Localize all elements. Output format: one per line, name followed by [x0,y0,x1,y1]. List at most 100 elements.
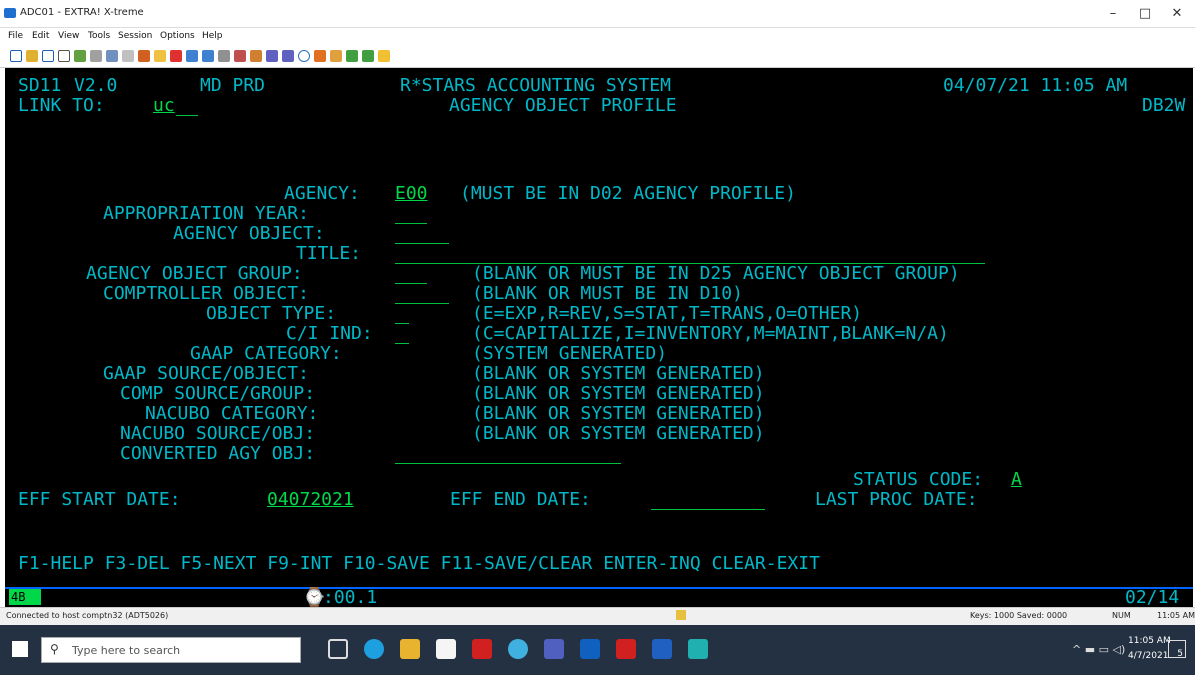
operator-info-area: 4B ⌚ :00.1 02/14 [5,587,1193,607]
agency-input[interactable]: E00 [395,184,428,204]
new-icon[interactable] [10,50,22,62]
close-button[interactable]: ✕ [1162,3,1192,25]
comp-source-note: (BLANK OR SYSTEM GENERATED) [472,383,765,404]
link-to-underline [176,115,198,116]
nacubo-category-label: NACUBO CATEGORY: [145,403,319,424]
nacubo-category-note: (BLANK OR SYSTEM GENERATED) [472,403,765,424]
ci-ind-label: C/I IND: [286,323,373,344]
notification-icon[interactable]: 5 [1168,640,1186,659]
task-view-icon[interactable] [328,639,348,659]
grid-icon[interactable] [346,50,358,62]
outlook-icon[interactable] [580,639,600,659]
paste-icon[interactable] [106,50,118,62]
region: MD PRD [200,75,266,96]
edit-icon[interactable] [170,50,182,62]
object-type-note: (E=EXP,R=REV,S=STAT,T=TRANS,O=OTHER) [472,303,863,324]
menu-bar: File Edit View Tools Session Options Hel… [0,28,1195,46]
chart-icon[interactable] [330,50,342,62]
undo-icon[interactable] [122,50,134,62]
agency-label: AGENCY: [284,183,360,204]
agency-object-label: AGENCY OBJECT: [173,223,325,244]
status-input[interactable]: A [1011,470,1022,490]
response-timer: :00.1 [323,587,378,608]
gaap-source-label: GAAP SOURCE/OBJECT: [103,363,309,384]
title-bar: ADC01 - EXTRA! X-treme – □ ✕ [0,0,1195,28]
menu-options[interactable]: Options [160,31,195,41]
circle-icon[interactable] [298,50,310,62]
eff-end-input[interactable] [651,509,765,510]
chrome-icon[interactable] [508,639,528,659]
lock-icon [676,610,686,620]
menu-tools[interactable]: Tools [88,31,110,41]
screen-id: SD11 [18,75,62,96]
menu-session[interactable]: Session [118,31,152,41]
ci-ind-note: (C=CAPITALIZE,I=INVENTORY,M=MAINT,BLANK=… [472,323,949,344]
print-icon[interactable] [58,50,70,62]
status-label: STATUS CODE: [853,469,984,490]
word-icon[interactable] [652,639,672,659]
session-icon[interactable] [266,50,278,62]
acrobat-icon[interactable] [616,639,636,659]
gaap-source-note: (BLANK OR SYSTEM GENERATED) [472,363,765,384]
maximize-button[interactable]: □ [1130,3,1160,25]
comp-source-label: COMP SOURCE/GROUP: [120,383,316,404]
zoom-icon[interactable] [282,50,294,62]
back-icon[interactable] [186,50,198,62]
settings-icon[interactable] [250,50,262,62]
status-bar: Connected to host comptn32 (ADT5026) Key… [0,607,1195,625]
table-icon[interactable] [362,50,374,62]
forward-icon[interactable] [202,50,214,62]
menu-help[interactable]: Help [202,31,223,41]
comptroller-object-input[interactable] [395,303,449,304]
tools-icon[interactable] [234,50,246,62]
title-label: TITLE: [296,243,362,264]
eff-start-input[interactable]: 04072021 [267,490,354,510]
edge-icon[interactable] [364,639,384,659]
eff-end-label: EFF END DATE: [450,489,591,510]
system-name: R*STARS ACCOUNTING SYSTEM [400,75,671,96]
rsa-icon[interactable] [472,639,492,659]
menu-view[interactable]: View [58,31,79,41]
menu-edit[interactable]: Edit [32,31,49,41]
terminal-screen[interactable]: SD11 V2.0 MD PRD R*STARS ACCOUNTING SYST… [5,68,1193,607]
macro-icon[interactable] [138,50,150,62]
help-icon[interactable] [378,50,390,62]
cut-icon[interactable] [74,50,86,62]
minimize-button[interactable]: – [1098,3,1128,25]
file-explorer-icon[interactable] [400,639,420,659]
teams-icon[interactable] [544,639,564,659]
home-icon[interactable] [218,50,230,62]
comptroller-object-note: (BLANK OR MUST BE IN D10) [472,283,743,304]
search-icon: ⚲ [50,642,59,656]
search-placeholder: Type here to search [72,644,181,657]
object-group-label: AGENCY OBJECT GROUP: [86,263,303,284]
object-type-input[interactable] [395,323,409,324]
app-icon [4,8,16,18]
windows-start-icon[interactable] [12,641,28,657]
highlight-icon[interactable] [154,50,166,62]
agency-object-input[interactable] [395,243,449,244]
extra-xtreme-icon[interactable] [688,639,708,659]
screen-datetime: 04/07/21 11:05 AM [943,75,1128,96]
converted-input[interactable] [395,463,621,464]
link-to-input[interactable]: uc [153,96,175,116]
notification-count: 5 [1177,649,1183,659]
object-type-label: OBJECT TYPE: [206,303,337,324]
object-group-input[interactable] [395,283,427,284]
session-indicator: 4B [9,589,42,605]
pfkey-legend: F1-HELP F3-DEL F5-NEXT F9-INT F10-SAVE F… [18,553,820,574]
taskbar-search[interactable]: ⚲ Type here to search [41,637,301,663]
save-icon[interactable] [42,50,54,62]
refresh-icon[interactable] [314,50,326,62]
copy-icon[interactable] [90,50,102,62]
store-icon[interactable] [436,639,456,659]
system-tray-icons[interactable]: ^ ▬ ▭ ◁) [1072,643,1125,656]
ci-ind-input[interactable] [395,343,409,344]
comptroller-object-label: COMPTROLLER OBJECT: [103,283,309,304]
screen-subtitle: AGENCY OBJECT PROFILE [449,95,677,116]
open-icon[interactable] [26,50,38,62]
approp-year-input[interactable] [395,223,427,224]
cursor-position: 02/14 [1125,587,1180,608]
last-proc-label: LAST PROC DATE: [815,489,978,510]
menu-file[interactable]: File [8,31,23,41]
